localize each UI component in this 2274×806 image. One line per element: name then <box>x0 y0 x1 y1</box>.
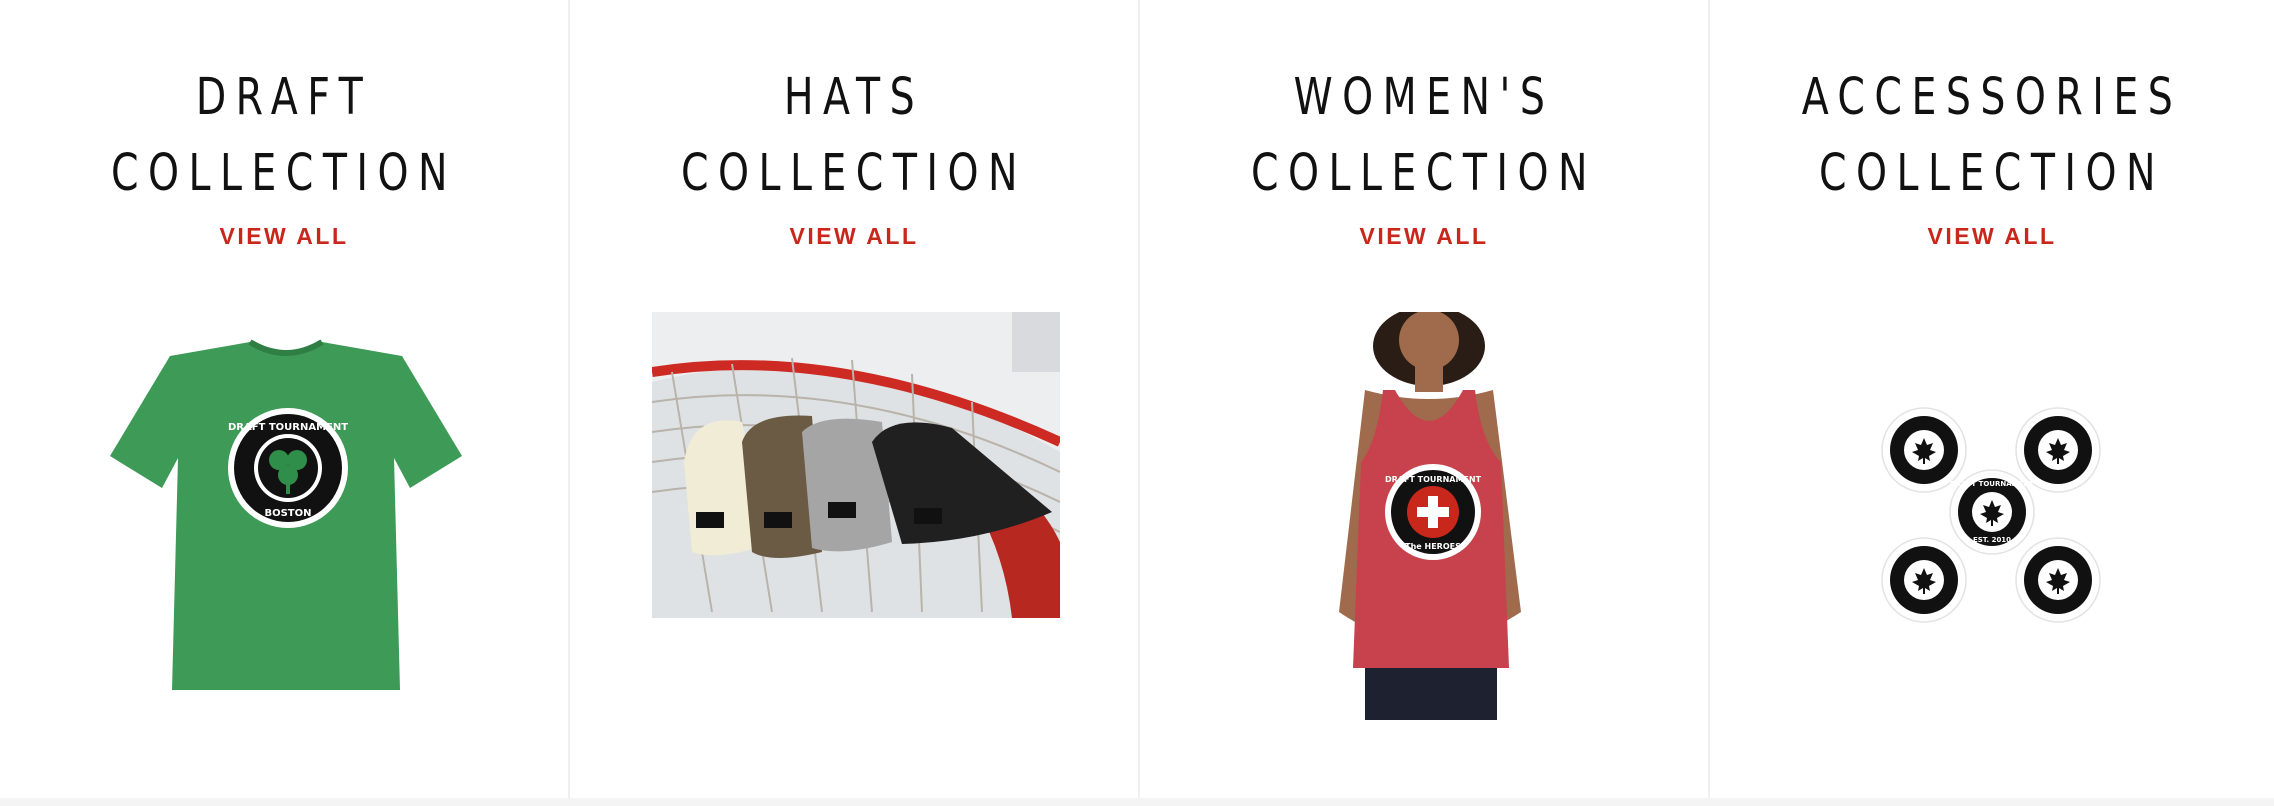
logo-text-bottom: BOSTON <box>264 508 311 519</box>
title-line-2: COLLECTION <box>681 144 1027 203</box>
green-tshirt-image[interactable]: DRAFT TOURNAMENT BOSTON <box>110 338 462 694</box>
title-line-1: HATS <box>783 68 925 127</box>
collection-card-womens[interactable]: WOMEN'S COLLECTION VIEW ALL DRAFT TOURNA… <box>1140 0 1710 798</box>
red-tank-top-model-image[interactable]: DRAFT TOURNAMENT The HEROES <box>1325 312 1525 720</box>
view-all-link[interactable]: VIEW ALL <box>570 223 1138 250</box>
collection-card-hats[interactable]: HATS COLLECTION VIEW ALL <box>570 0 1140 798</box>
beanies-on-hockey-net-image[interactable] <box>652 312 1060 618</box>
shamrock-logo: DRAFT TOURNAMENT BOSTON <box>228 408 348 528</box>
logo-text-bottom: The HEROES <box>1405 542 1461 551</box>
title-line-2: COLLECTION <box>1819 144 2165 203</box>
logo-text-top: DRAFT TOURNAMENT <box>1950 480 2034 488</box>
title-line-2: COLLECTION <box>111 144 457 203</box>
title-line-2: COLLECTION <box>1251 144 1597 203</box>
title-line-1: WOMEN'S <box>1293 68 1555 127</box>
logo-text-top: DRAFT TOURNAMENT <box>228 422 348 433</box>
heroes-logo: DRAFT TOURNAMENT The HEROES <box>1385 464 1482 560</box>
view-all-link[interactable]: VIEW ALL <box>0 223 568 250</box>
collection-title: ACCESSORIES COLLECTION <box>1749 60 2234 212</box>
sticker <box>1881 537 1967 623</box>
collection-card-draft[interactable]: DRAFT COLLECTION VIEW ALL DRAFT TOURNAME… <box>0 0 570 798</box>
logo-text-top: DRAFT TOURNAMENT <box>1385 475 1482 484</box>
collection-title: WOMEN'S COLLECTION <box>1180 60 1668 212</box>
title-line-1: ACCESSORIES <box>1801 68 2183 127</box>
view-all-link[interactable]: VIEW ALL <box>1710 223 2274 250</box>
sticker <box>2015 537 2101 623</box>
view-all-link[interactable]: VIEW ALL <box>1140 223 1708 250</box>
collection-card-accessories[interactable]: ACCESSORIES COLLECTION VIEW ALL DRAFT TO… <box>1710 0 2274 798</box>
logo-text-bottom: EST. 2010 <box>1973 536 2011 544</box>
collection-title: DRAFT COLLECTION <box>40 60 528 212</box>
collections-grid: DRAFT COLLECTION VIEW ALL DRAFT TOURNAME… <box>0 0 2274 798</box>
title-line-1: DRAFT <box>195 68 373 127</box>
collection-title: HATS COLLECTION <box>610 60 1098 212</box>
stickers-image[interactable]: DRAFT TOURNAMENT EST. 2010 <box>1880 406 2108 634</box>
